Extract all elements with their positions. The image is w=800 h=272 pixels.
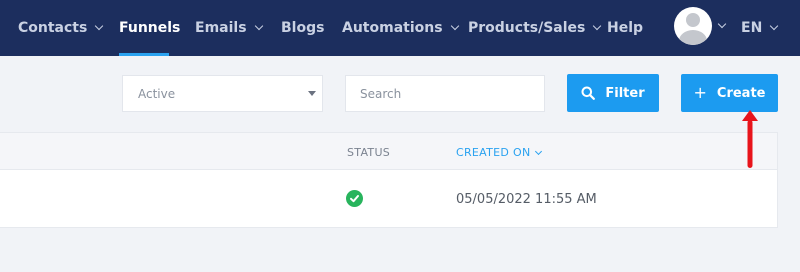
nav-item-products-sales[interactable]: Products/Sales xyxy=(468,0,602,56)
nav-item-automations[interactable]: Automations xyxy=(342,0,459,56)
chevron-down-icon xyxy=(95,21,104,31)
search-icon xyxy=(581,86,596,100)
red-arrow-annotation-icon xyxy=(742,110,758,168)
language-selector[interactable]: EN xyxy=(741,0,779,56)
nav-item-label: Automations xyxy=(342,20,443,36)
nav-item-help[interactable]: Help xyxy=(607,0,643,56)
created-on-cell: 05/05/2022 11:55 AM xyxy=(456,192,597,207)
status-filter-select[interactable]: Active xyxy=(122,75,323,112)
create-button[interactable]: + Create xyxy=(681,74,778,112)
sort-chevron-icon xyxy=(535,147,543,155)
filter-button-label: Filter xyxy=(605,85,645,101)
column-header-label: CREATED ON xyxy=(456,146,531,159)
nav-item-label: Contacts xyxy=(18,20,88,36)
active-tab-indicator xyxy=(119,53,169,56)
chevron-down-icon[interactable] xyxy=(717,19,727,29)
plus-icon: + xyxy=(693,83,707,102)
chevron-down-icon xyxy=(450,21,459,31)
column-header-status: STATUS xyxy=(347,146,391,159)
nav-item-label: Funnels xyxy=(119,20,181,36)
nav-item-label: Blogs xyxy=(281,20,325,36)
chevron-down-icon xyxy=(593,21,602,31)
caret-down-icon xyxy=(308,91,316,96)
avatar[interactable] xyxy=(674,7,712,45)
search-input[interactable] xyxy=(345,75,545,112)
nav-item-contacts[interactable]: Contacts xyxy=(18,0,104,56)
nav-item-funnels[interactable]: Funnels xyxy=(119,0,180,56)
nav-item-label: Emails xyxy=(195,20,247,36)
status-filter-value: Active xyxy=(138,86,176,101)
create-button-label: Create xyxy=(716,85,766,101)
avatar-body xyxy=(679,30,707,45)
check-circle-icon xyxy=(346,190,363,207)
chevron-down-icon xyxy=(254,21,263,31)
chevron-down-icon xyxy=(770,21,779,31)
table-header: STATUS CREATED ON xyxy=(0,132,778,170)
filter-button[interactable]: Filter xyxy=(567,74,659,112)
avatar-head xyxy=(686,13,700,27)
nav-item-emails[interactable]: Emails xyxy=(195,0,263,56)
nav-item-label: Products/Sales xyxy=(468,20,586,36)
language-label: EN xyxy=(741,20,763,36)
nav-item-label: Help xyxy=(607,20,644,36)
column-header-created-on[interactable]: CREATED ON xyxy=(456,146,543,159)
top-navigation-bar: Contacts Funnels Emails Blogs Automation… xyxy=(0,0,800,56)
table-row[interactable]: 05/05/2022 11:55 AM xyxy=(0,170,778,228)
nav-item-blogs[interactable]: Blogs xyxy=(281,0,324,56)
